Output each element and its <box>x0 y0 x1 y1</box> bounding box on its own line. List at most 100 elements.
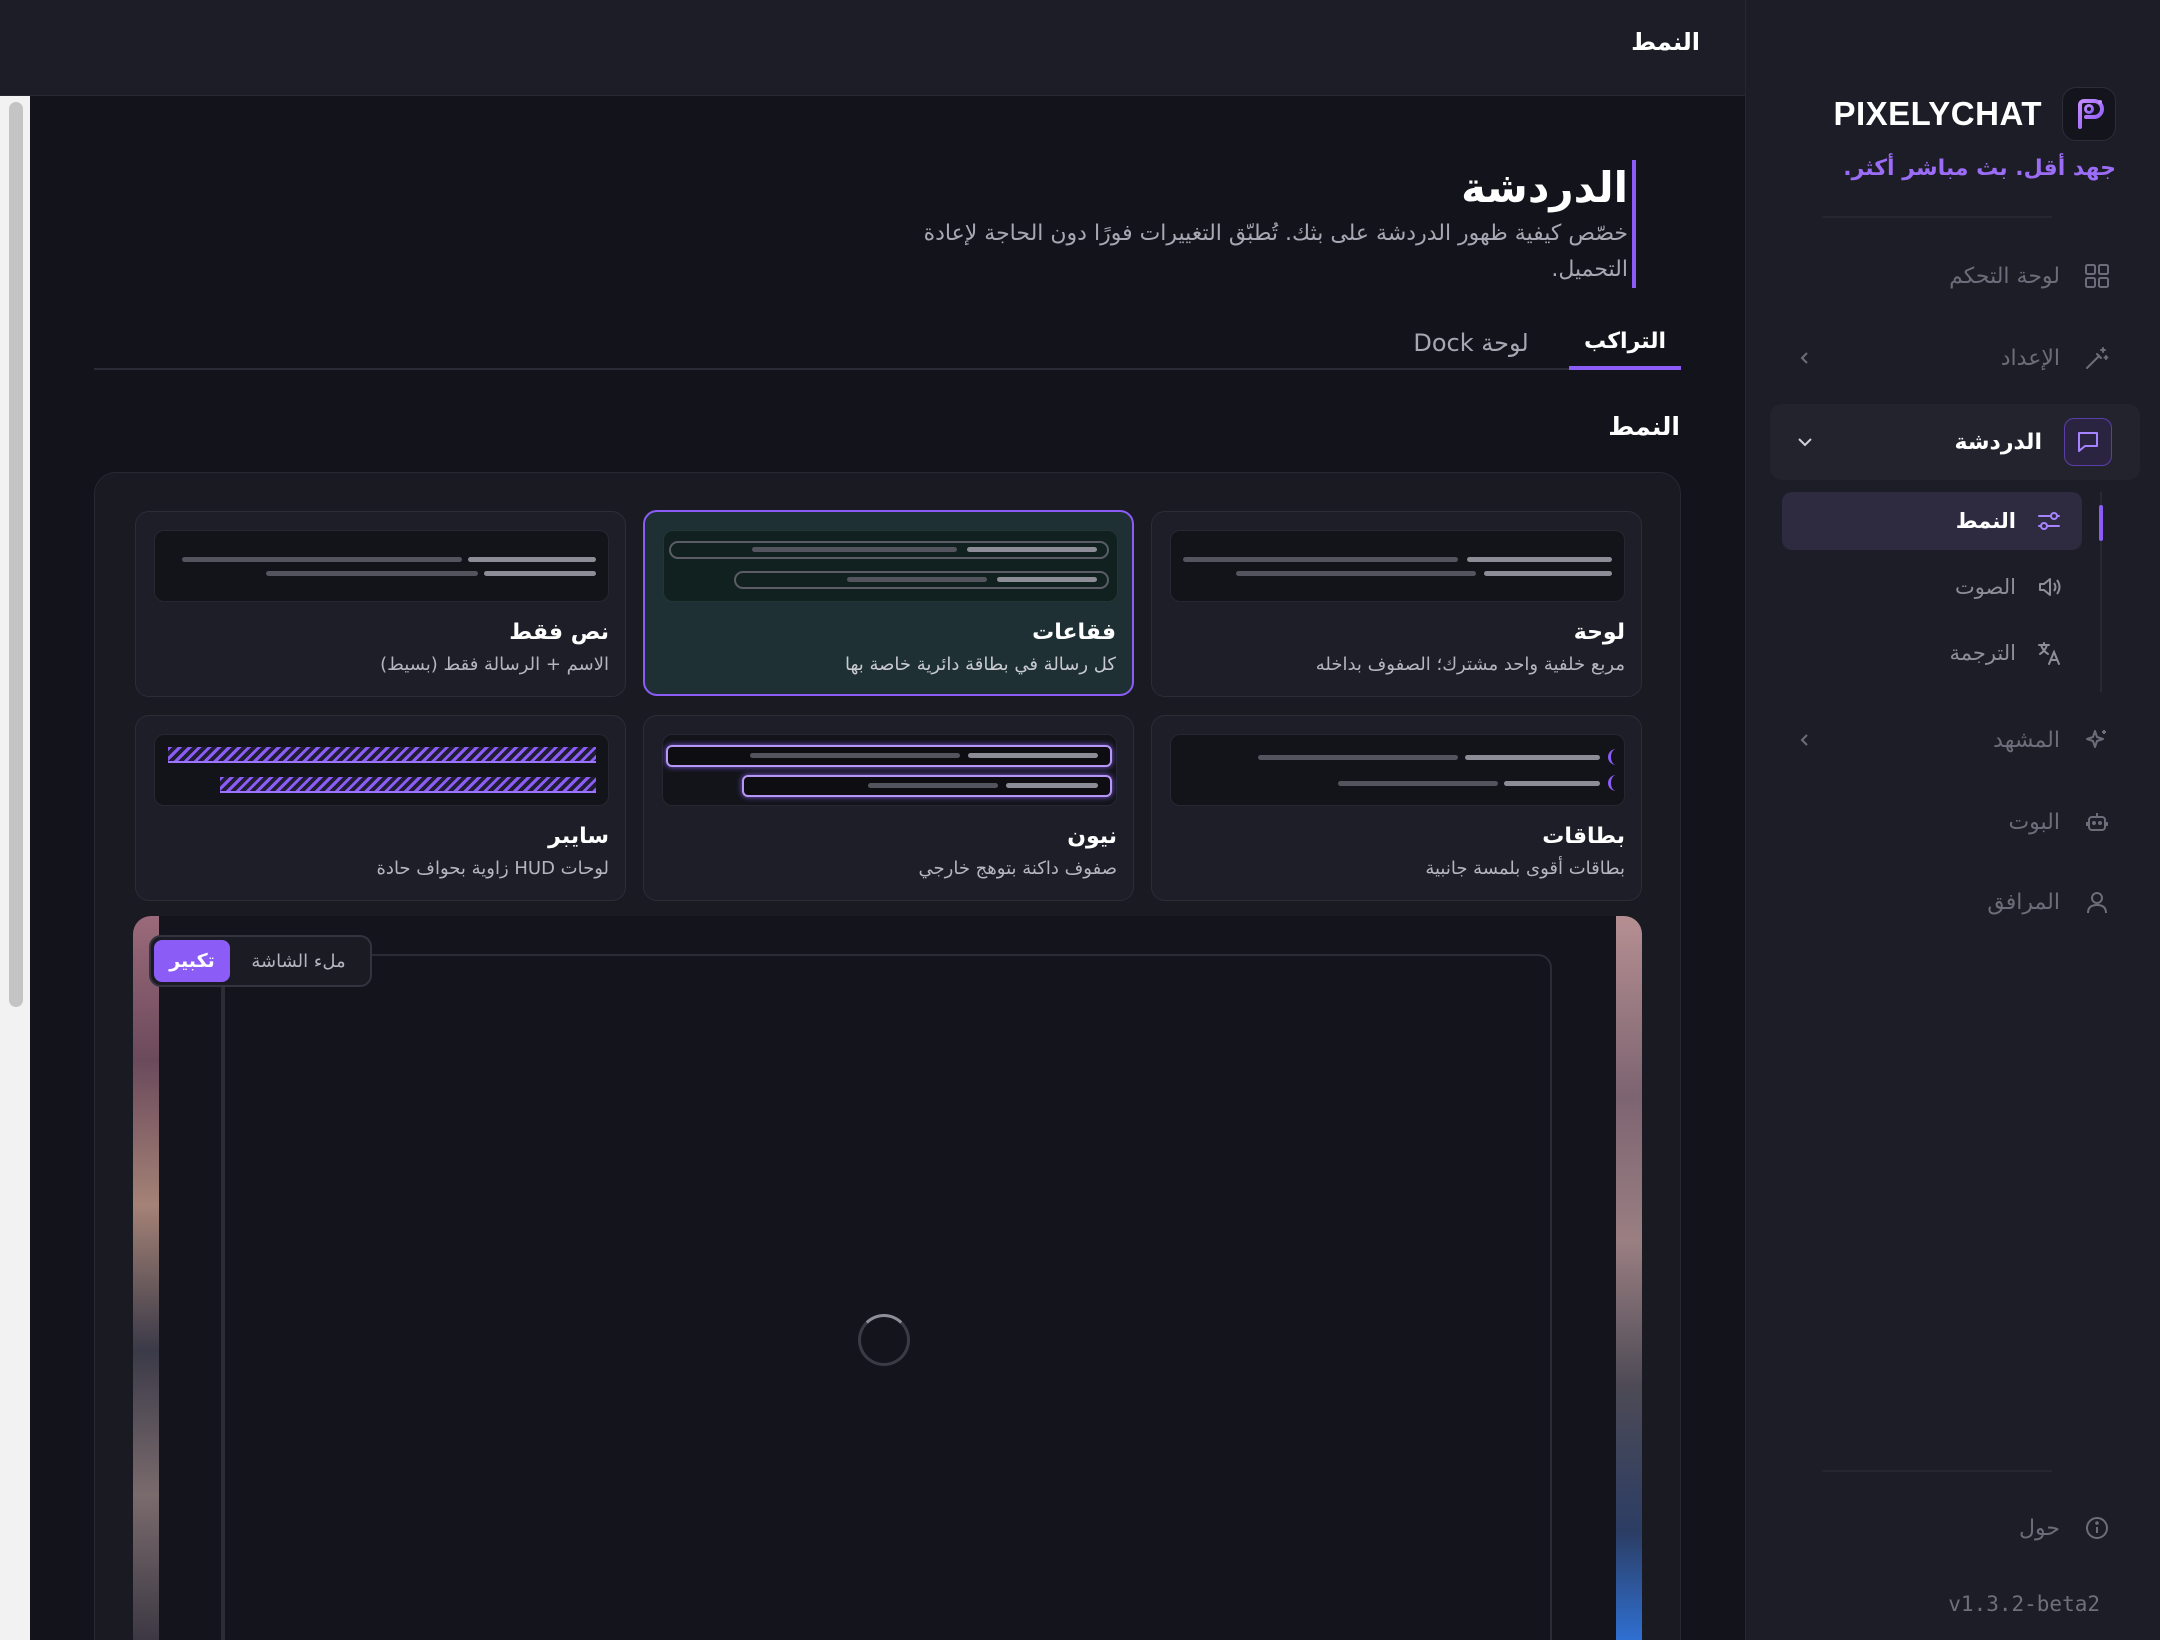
preview-line <box>1236 571 1476 576</box>
style-card-text-only[interactable]: نص فقط الاسم + الرسالة فقط (بسيط) <box>135 511 626 697</box>
sidebar-item-scene[interactable]: المشهد <box>1790 710 2120 770</box>
submenu-active-marker <box>2099 505 2103 541</box>
sidebar-item-about[interactable]: حول <box>1790 1498 2120 1558</box>
style-card-desc: مربع خلفية واحد مشترك؛ الصفوف بداخله <box>1315 654 1625 675</box>
style-card-title: فقاعات <box>1032 620 1116 645</box>
sidebar-item-label: الإعداد <box>2000 345 2060 371</box>
preview-frame <box>223 954 1552 1640</box>
style-card-bubbles[interactable]: فقاعات كل رسالة في بطاقة دائرية خاصة بها <box>643 510 1134 696</box>
style-preview <box>154 530 609 602</box>
info-icon <box>2082 1513 2112 1543</box>
style-preview <box>154 734 609 806</box>
preview-line <box>484 571 596 576</box>
page-header: الدردشة خصّص كيفية ظهور الدردشة على بثك.… <box>876 160 1636 288</box>
zoom-button[interactable]: تكبير <box>154 940 230 982</box>
preview-line <box>182 557 462 562</box>
top-bar: النمط <box>0 0 1745 96</box>
style-card-title: بطاقات <box>1542 824 1625 849</box>
sidebar-subitem-style[interactable]: النمط <box>1782 492 2082 550</box>
app-version: v1.3.2-beta2 <box>1948 1592 2100 1616</box>
chevron-left-icon <box>1790 725 1820 755</box>
topbar-title: النمط <box>1631 28 1700 56</box>
page-subtitle: خصّص كيفية ظهور الدردشة على بثك. تُطبّق … <box>923 221 1628 282</box>
preview-line <box>1504 781 1600 786</box>
sidebar-item-label: المشهد <box>1993 727 2060 753</box>
style-card-title: لوحة <box>1573 620 1625 645</box>
preview-guide <box>221 986 223 1640</box>
preview-line <box>750 753 960 758</box>
grid-icon <box>2082 261 2112 291</box>
tab-overlay[interactable]: التراكب <box>1569 316 1681 370</box>
sidebar-item-utilities[interactable]: المرافق <box>1790 872 2120 932</box>
tab-dock[interactable]: لوحة Dock <box>1401 316 1541 370</box>
preview-accent <box>1608 749 1618 765</box>
sidebar-item-setup[interactable]: الإعداد <box>1790 328 2120 388</box>
style-preview <box>1170 530 1625 602</box>
user-icon <box>2082 887 2112 917</box>
sidebar-item-label: الدردشة <box>1954 429 2042 455</box>
preview-line <box>997 577 1097 582</box>
preview-accent <box>1608 775 1618 791</box>
preview-line <box>868 783 998 788</box>
style-preview <box>663 530 1118 602</box>
style-card-panel[interactable]: لوحة مربع خلفية واحد مشترك؛ الصفوف بداخل… <box>1151 511 1642 697</box>
chevron-down-icon <box>1790 427 1820 457</box>
page-title: الدردشة <box>1461 163 1628 212</box>
sidebar-item-dashboard[interactable]: لوحة التحكم <box>1790 246 2120 306</box>
sidebar-subitem-label: الترجمة <box>1949 641 2016 665</box>
style-card-desc: كل رسالة في بطاقة دائرية خاصة بها <box>844 654 1116 675</box>
sidebar-item-label: لوحة التحكم <box>1949 263 2060 289</box>
preview-line <box>968 753 1098 758</box>
sidebar-divider <box>1822 216 2052 218</box>
sidebar-divider <box>1822 1470 2052 1472</box>
sidebar-item-label: البوت <box>2008 809 2060 835</box>
section-title: النمط <box>1608 412 1680 441</box>
brand-tagline: جهد أقل. بث مباشر أكثر. <box>1843 156 2116 181</box>
preview-line <box>1183 557 1458 562</box>
pixelychat-logo-icon <box>2062 87 2116 141</box>
style-preview <box>1170 734 1625 806</box>
preview-line <box>1006 783 1098 788</box>
style-card-desc: صفوف داكنة بتوهج خارجي <box>918 858 1117 879</box>
preview-background-image <box>1616 916 1642 1640</box>
translate-icon <box>2034 638 2064 668</box>
brand-name: PIXELYCHAT <box>1833 95 2042 132</box>
style-card-cyber[interactable]: سايبر لوحات HUD زاوية بحواف حادة <box>135 715 626 901</box>
fullscreen-button[interactable]: ملء الشاشة <box>230 940 367 982</box>
bot-icon <box>2082 807 2112 837</box>
loading-spinner-icon <box>858 1314 910 1366</box>
brand[interactable]: PIXELYCHAT <box>1833 86 2116 142</box>
preview-hud-row <box>220 777 596 793</box>
style-card-desc: بطاقات أقوى بلمسة جانبية <box>1425 858 1625 879</box>
sidebar: PIXELYCHAT جهد أقل. بث مباشر أكثر. لوحة … <box>1745 0 2160 1640</box>
preview-line <box>967 547 1097 552</box>
speaker-icon <box>2034 572 2064 602</box>
sidebar-subitem-label: الصوت <box>1954 575 2016 599</box>
preview-line <box>1467 557 1612 562</box>
sliders-icon <box>2034 506 2064 536</box>
tab-bar: التراكب لوحة Dock <box>94 312 1681 370</box>
sidebar-item-bot[interactable]: البوت <box>1790 792 2120 852</box>
sparkle-icon <box>2082 725 2112 755</box>
sidebar-subitem-translation[interactable]: الترجمة <box>1782 624 2082 682</box>
preview-background-image <box>133 916 159 1640</box>
preview-line <box>1484 571 1612 576</box>
style-card-title: نص فقط <box>509 620 609 645</box>
sidebar-item-label: المرافق <box>1987 889 2060 915</box>
style-preview <box>662 734 1117 806</box>
style-card-desc: الاسم + الرسالة فقط (بسيط) <box>380 654 609 675</box>
overlay-preview <box>133 916 1642 1640</box>
sidebar-subitem-label: النمط <box>1955 509 2016 533</box>
scrollbar-thumb[interactable] <box>9 102 23 1007</box>
preview-line <box>266 571 478 576</box>
preview-line <box>468 557 596 562</box>
style-card-neon[interactable]: نيون صفوف داكنة بتوهج خارجي <box>643 715 1134 901</box>
sidebar-item-label: حول <box>2019 1515 2060 1541</box>
chat-icon <box>2064 418 2112 466</box>
style-card-cards[interactable]: بطاقات بطاقات أقوى بلمسة جانبية <box>1151 715 1642 901</box>
preview-line <box>1338 781 1498 786</box>
style-card-desc: لوحات HUD زاوية بحواف حادة <box>376 858 610 879</box>
sidebar-subitem-sound[interactable]: الصوت <box>1782 558 2082 616</box>
sidebar-item-chat[interactable]: الدردشة <box>1790 412 2120 472</box>
style-card-title: نيون <box>1067 824 1117 849</box>
